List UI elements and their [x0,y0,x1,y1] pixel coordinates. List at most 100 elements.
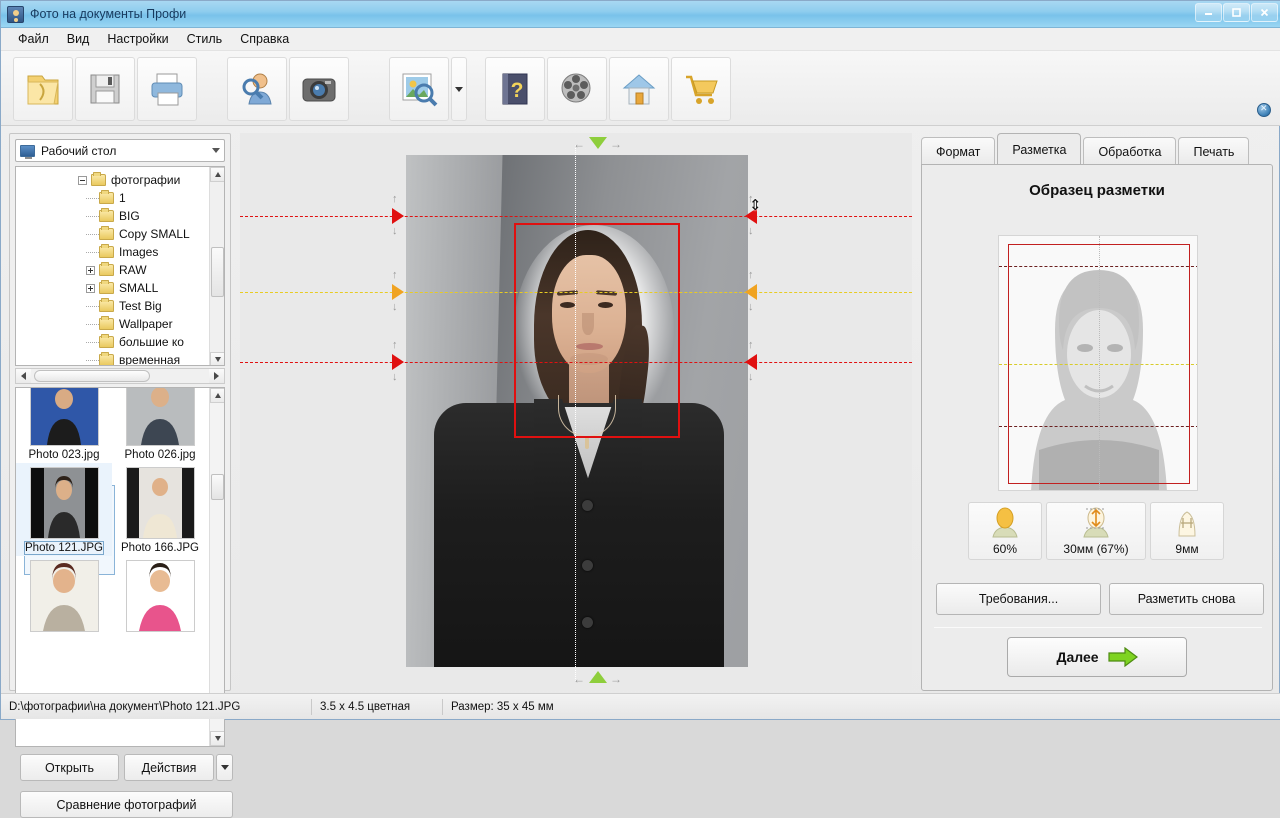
actions-button[interactable]: Действия [124,754,214,781]
tab-format[interactable]: Формат [921,137,996,165]
image-search-dropdown[interactable] [451,57,467,121]
scroll-down-icon[interactable] [210,352,224,365]
requirements-button[interactable]: Требования... [936,583,1101,615]
marker-right-eyes-icon[interactable] [745,284,757,300]
marker-top-green-icon[interactable] [589,137,607,149]
list-item[interactable]: Photo 023.jpg [16,388,112,463]
tree-horizontal-scrollbar[interactable] [15,368,225,384]
guide-line-center[interactable] [575,145,576,681]
open-button[interactable]: Открыть [20,754,119,781]
camera-button[interactable] [289,57,349,121]
tree-item-label: Test Big [119,299,162,313]
marker-right-chin-icon[interactable] [745,354,757,370]
marker-left-eyes-icon[interactable] [392,284,404,300]
arrow-up-icon: ↑ [748,269,754,281]
actions-dropdown-button[interactable] [216,754,233,781]
tree-item-8[interactable]: Wallpaper [16,315,209,333]
guide-line-eyes[interactable] [240,292,912,293]
photo-canvas[interactable]: ← → ← → ↑ ↓ ↑ ↓ ↑ ↓ ↑ ↓ ⇕ ↑ ↓ ↑ ↓ [240,133,912,691]
menu-item-style[interactable]: Стиль [178,29,232,49]
folder-icon [99,298,114,312]
next-button[interactable]: Далее [1007,637,1187,677]
top-margin-icon [1178,511,1196,537]
list-item[interactable]: Photo 121.JPG [16,463,112,556]
tree-item-10[interactable]: временная [16,351,209,365]
arrow-up-icon: ↑ [392,339,398,351]
store-button[interactable] [671,57,731,121]
maximize-button[interactable] [1223,3,1250,22]
marker-bottom-green-icon[interactable] [589,671,607,683]
tree-item-3[interactable]: Copy SMALL [16,225,209,243]
tree-expand-icon[interactable] [86,283,95,293]
markup-preview[interactable] [998,235,1198,491]
list-item[interactable] [112,556,208,632]
menu-item-settings[interactable]: Настройки [98,29,177,49]
tree-scrollbar[interactable] [209,167,224,365]
crop-rectangle[interactable] [514,223,680,438]
close-button[interactable] [1251,3,1278,22]
image-search-icon [402,73,438,107]
guide-line-chin[interactable] [240,362,912,363]
metric-head-height[interactable]: 60% [968,502,1042,560]
scroll-left-icon[interactable] [16,369,31,383]
arrow-right-icon: → [610,672,622,686]
scroll-thumb[interactable] [211,247,224,297]
open-file-button[interactable] [13,57,73,121]
help-book-icon: ? [502,73,528,105]
remark-button[interactable]: Разметить снова [1109,583,1264,615]
find-person-button[interactable] [227,57,287,121]
arrow-down-icon: ↓ [748,371,754,383]
help-button[interactable]: ? [485,57,545,121]
tree-collapse-icon[interactable] [78,175,87,185]
print-button[interactable] [137,57,197,121]
list-item[interactable]: Photo 026.jpg [112,388,208,463]
home-button[interactable] [609,57,669,121]
scroll-up-icon[interactable] [210,388,224,403]
location-combo[interactable]: Рабочий стол [15,139,225,162]
scroll-up-icon[interactable] [210,167,224,182]
thumbnail-caption: Photo 121.JPG [24,541,104,555]
tree-item-label: Copy SMALL [119,227,190,241]
shopping-cart-icon [686,75,718,104]
metric-face-size[interactable]: 30мм (67%) [1046,502,1146,560]
menu-item-view[interactable]: Вид [58,29,99,49]
image-search-button[interactable] [389,57,449,121]
scroll-thumb[interactable] [211,474,224,500]
scroll-down-icon[interactable] [210,731,224,746]
tree-item-2[interactable]: BIG [16,207,209,225]
menu-item-file[interactable]: Файл [9,29,58,49]
video-button[interactable] [547,57,607,121]
tree-item-6[interactable]: SMALL [16,279,209,297]
folder-icon [99,244,114,258]
photo-image[interactable] [406,155,748,667]
save-button[interactable] [75,57,135,121]
scroll-right-icon[interactable] [209,369,224,383]
folder-icon [99,334,114,348]
person-search-icon [242,73,272,105]
thumbnail-caption: Photo 026.jpg [124,449,196,461]
hscroll-thumb[interactable] [34,370,150,382]
tab-print[interactable]: Печать [1178,137,1250,165]
tree-item-4[interactable]: Images [16,243,209,261]
toolbar-close-icon[interactable] [1257,103,1271,117]
tree-item-9[interactable]: большие ко [16,333,209,351]
metric-top-margin[interactable]: 9мм [1150,502,1224,560]
list-item[interactable] [16,556,112,632]
compare-photos-button[interactable]: Сравнение фотографий [20,791,233,818]
tree-expand-icon[interactable] [86,265,95,275]
tree-item-1[interactable]: 1 [16,189,209,207]
folder-icon [91,172,106,186]
guide-line-top[interactable] [240,216,912,217]
marker-left-chin-icon[interactable] [392,354,404,370]
minimize-button[interactable] [1195,3,1222,22]
menu-item-help[interactable]: Справка [231,29,298,49]
tab-markup[interactable]: Разметка [997,133,1082,165]
tree-item-5[interactable]: RAW [16,261,209,279]
marker-left-top-icon[interactable] [392,208,404,224]
tree-item-0[interactable]: фотографии [16,171,209,189]
arrow-up-icon: ↑ [392,193,398,205]
tree-item-7[interactable]: Test Big [16,297,209,315]
folder-tree[interactable]: фотографии 1 BIG Copy SMALL Images RAW SMALL Te… [15,166,225,366]
list-item[interactable]: Photo 166.JPG [112,463,208,556]
tab-processing[interactable]: Обработка [1083,137,1177,165]
